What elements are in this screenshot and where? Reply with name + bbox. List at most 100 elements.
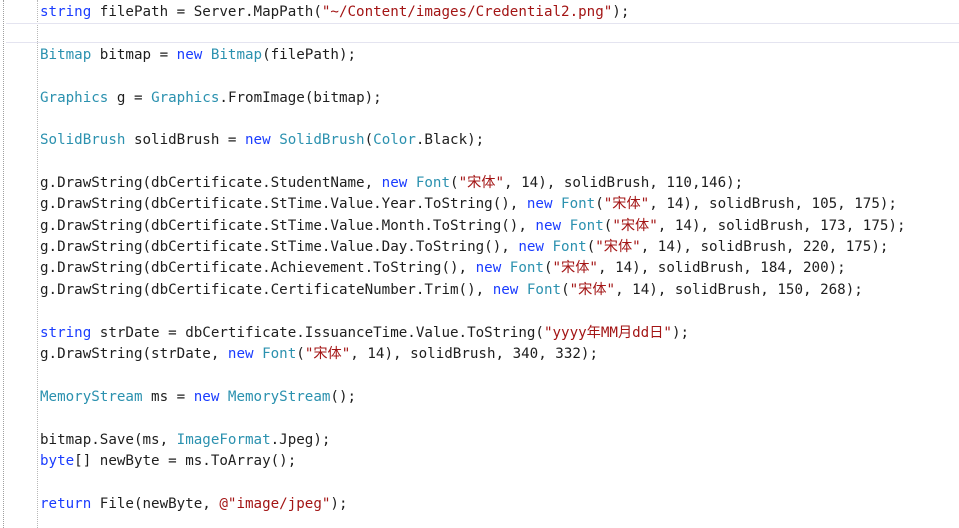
code-token: "宋体" — [304, 346, 351, 362]
code-token: MemoryStream — [227, 389, 331, 405]
code-token: .Black); — [415, 132, 485, 148]
code-token: "宋体" — [595, 239, 641, 255]
code-token: g.DrawString(dbCertificate.Achievement.T… — [40, 260, 476, 276]
code-line[interactable]: string strDate = dbCertificate.IssuanceT… — [40, 323, 689, 344]
code-token: byte — [40, 453, 75, 469]
code-token: g.DrawString(dbCertificate.StTime.Value.… — [40, 218, 536, 234]
code-token: MemoryStream — [40, 389, 143, 405]
code-token: new — [518, 239, 544, 255]
code-line[interactable]: return File(newByte, @"image/jpeg"); — [40, 494, 348, 515]
code-token: @"image/jpeg" — [219, 496, 331, 512]
code-line[interactable]: Graphics g = Graphics.FromImage(bitmap); — [40, 88, 382, 109]
code-line[interactable]: byte[] newByte = ms.ToArray(); — [40, 451, 296, 472]
code-token: , 14), solidBrush, 110,146); — [504, 175, 744, 191]
code-token: ); — [671, 325, 690, 341]
code-token: ); — [330, 496, 348, 512]
code-editor[interactable]: string filePath = Server.MapPath("~/Cont… — [0, 0, 959, 528]
code-line[interactable]: g.DrawString(dbCertificate.Achievement.T… — [40, 258, 846, 279]
code-token: ms = — [142, 389, 194, 405]
code-token: Bitmap — [40, 47, 92, 63]
code-token: ImageFormat — [176, 432, 271, 448]
code-token: "宋体" — [569, 282, 616, 298]
editor-margin — [3, 0, 4, 528]
code-token: Font — [526, 282, 562, 298]
code-token: new — [526, 196, 553, 212]
code-token: , 14), solidBrush, 150, 268); — [615, 282, 863, 298]
code-line[interactable]: g.DrawString(dbCertificate.StudentName, … — [40, 173, 743, 194]
code-token: ( — [364, 132, 374, 148]
code-token: "宋体" — [612, 218, 658, 234]
code-token: g.DrawString(dbCertificate.StudentName, — [40, 175, 382, 191]
code-token: new — [176, 47, 203, 63]
code-token: File(newByte, — [91, 496, 220, 512]
code-line[interactable]: MemoryStream ms = new MemoryStream(); — [40, 387, 356, 408]
code-token: , 14), solidBrush, 220, 175); — [640, 239, 889, 255]
code-token: ( — [450, 175, 459, 191]
code-line[interactable]: g.DrawString(dbCertificate.StTime.Value.… — [40, 194, 897, 215]
code-token: g.DrawString(strDate, — [40, 346, 228, 362]
indent-guide — [37, 0, 38, 528]
code-token: , 14), solidBrush, 184, 200); — [597, 260, 846, 276]
code-token: "宋体" — [603, 196, 650, 212]
code-token: , 14), solidBrush, 340, 332); — [350, 346, 598, 362]
code-token: ( — [595, 196, 604, 212]
code-token: solidBrush = — [125, 132, 246, 148]
code-token: ( — [543, 260, 553, 276]
code-token: Font — [569, 218, 604, 234]
code-line[interactable]: g.DrawString(dbCertificate.StTime.Value.… — [40, 237, 888, 258]
code-token: ( — [296, 346, 305, 362]
code-token: ( — [586, 239, 596, 255]
code-token: g.DrawString(dbCertificate.CertificateNu… — [40, 282, 493, 298]
code-token: new — [535, 218, 562, 234]
code-token: strDate = dbCertificate.IssuanceTime.Val… — [91, 325, 544, 341]
code-token: filePath = Server.MapPath( — [91, 4, 322, 20]
code-token: .Jpeg); — [270, 432, 331, 448]
code-token: string — [40, 325, 92, 341]
code-token: return — [40, 496, 92, 512]
code-token: SolidBrush — [40, 132, 126, 148]
code-token: string — [40, 4, 92, 20]
code-line[interactable]: bitmap.Save(ms, ImageFormat.Jpeg); — [40, 430, 330, 451]
code-line[interactable]: SolidBrush solidBrush = new SolidBrush(C… — [40, 130, 484, 151]
code-token: Color — [373, 132, 416, 148]
code-token: bitmap.Save(ms, — [40, 432, 177, 448]
code-token: new — [227, 346, 254, 362]
code-token: bitmap = — [91, 47, 177, 63]
code-token: Font — [262, 346, 297, 362]
code-token: Font — [415, 175, 451, 191]
code-line[interactable]: Bitmap bitmap = new Bitmap(filePath); — [40, 45, 356, 66]
code-line[interactable]: string filePath = Server.MapPath("~/Cont… — [40, 2, 629, 23]
code-token: SolidBrush — [279, 132, 365, 148]
code-token: new — [193, 389, 220, 405]
code-token: new — [245, 132, 271, 148]
code-token: g = — [108, 90, 152, 106]
code-line[interactable]: g.DrawString(dbCertificate.CertificateNu… — [40, 280, 863, 301]
code-token: (); — [330, 389, 357, 405]
code-token: [] newByte = ms.ToArray(); — [74, 453, 297, 469]
code-token: Font — [552, 239, 587, 255]
code-line[interactable]: g.DrawString(strDate, new Font("宋体", 14)… — [40, 344, 598, 365]
code-token: new — [475, 260, 502, 276]
code-token: ( — [561, 282, 570, 298]
code-token: Graphics — [151, 90, 220, 106]
code-token: Bitmap — [210, 47, 263, 63]
code-token: , 14), solidBrush, 105, 175); — [649, 196, 897, 212]
code-token: ); — [612, 4, 630, 20]
code-token: Font — [509, 260, 544, 276]
code-token: "~/Content/images/Credential2.png" — [321, 4, 613, 20]
code-token: , 14), solidBrush, 173, 175); — [657, 218, 906, 234]
code-token: "宋体" — [458, 175, 505, 191]
code-line[interactable]: g.DrawString(dbCertificate.StTime.Value.… — [40, 216, 906, 237]
code-token: "宋体" — [552, 260, 598, 276]
code-token: Graphics — [40, 90, 109, 106]
code-token: (filePath); — [262, 47, 357, 63]
